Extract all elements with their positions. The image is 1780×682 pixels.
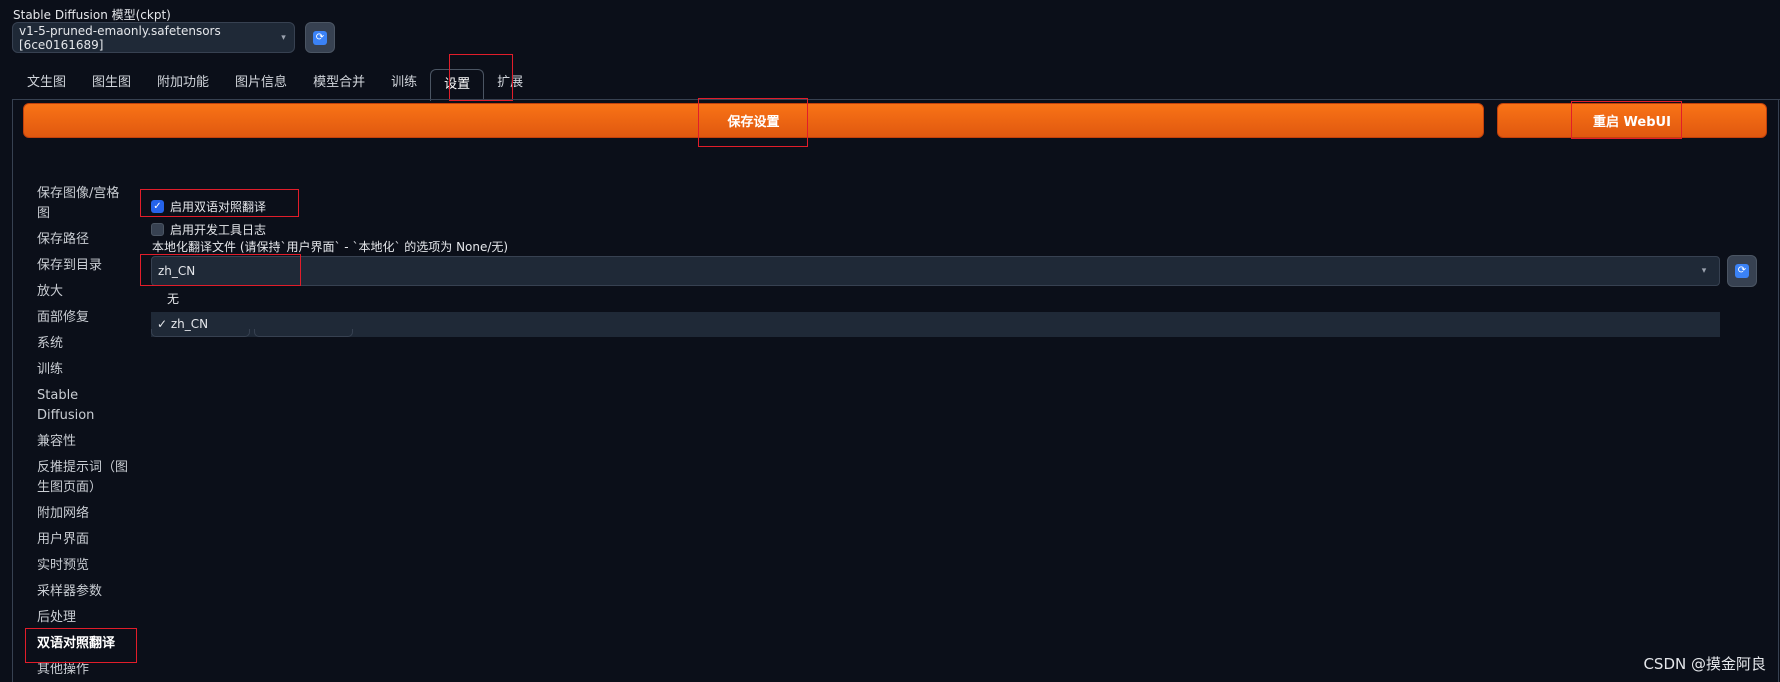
tab-img2img[interactable]: 图生图 <box>79 68 144 100</box>
highlight-tab-settings <box>449 54 513 101</box>
refresh-model-button[interactable]: ⟳ <box>305 22 335 53</box>
sidebar-item-additional-networks[interactable]: 附加网络 <box>37 504 129 524</box>
tab-checkpoint-merger[interactable]: 模型合并 <box>300 68 378 100</box>
sidebar-item-interrogate[interactable]: 反推提示词（图生图页面） <box>37 458 129 498</box>
highlight-sidebar-bilingual <box>25 628 137 663</box>
sidebar-item-live-preview[interactable]: 实时预览 <box>37 556 129 576</box>
panel-border-left <box>12 99 13 682</box>
model-select[interactable]: v1-5-pruned-emaonly.safetensors [6ce0161… <box>12 22 295 53</box>
sidebar-item-user-interface[interactable]: 用户界面 <box>37 530 129 550</box>
sidebar-item-actions[interactable]: 其他操作 <box>37 660 129 680</box>
localization-label: 本地化翻译文件 (请保持`用户界面` - `本地化` 的选项为 None/无) <box>152 240 509 254</box>
tab-extras[interactable]: 附加功能 <box>144 68 222 100</box>
dropdown-option-none[interactable]: 无 <box>151 287 1720 312</box>
sidebar-item-sampler-params[interactable]: 采样器参数 <box>37 582 129 602</box>
sidebar-item-saving-to-dirs[interactable]: 保存到目录 <box>37 256 129 276</box>
chevron-down-icon: ▾ <box>281 32 286 43</box>
localization-select[interactable]: zh_CN ▾ <box>151 256 1720 286</box>
tab-png-info[interactable]: 图片信息 <box>222 68 300 100</box>
sidebar-item-training[interactable]: 训练 <box>37 360 129 380</box>
highlight-enable-bilingual <box>140 189 299 217</box>
watermark: CSDN @摸金阿良 <box>1643 655 1766 673</box>
sidebar-item-face-restoration[interactable]: 面部修复 <box>37 308 129 328</box>
sidebar-item-saving-images[interactable]: 保存图像/宫格图 <box>37 184 129 224</box>
tabs-divider <box>12 99 1780 100</box>
model-label: Stable Diffusion 模型(ckpt) <box>13 8 171 22</box>
hidden-button-edge <box>151 329 250 337</box>
highlight-restart-button <box>1571 101 1682 139</box>
settings-sidebar: 保存图像/宫格图 保存路径 保存到目录 放大 面部修复 系统 训练 Stable… <box>37 184 129 682</box>
hidden-button-edge <box>254 329 353 337</box>
enable-devtools-log-label: 启用开发工具日志 <box>170 223 267 237</box>
panel-border-right <box>1778 99 1779 682</box>
localization-dropdown: 无 ✓ zh_CN <box>151 287 1720 337</box>
highlight-save-button <box>698 98 808 147</box>
sidebar-item-saving-paths[interactable]: 保存路径 <box>37 230 129 250</box>
refresh-icon: ⟳ <box>313 30 327 45</box>
tab-txt2img[interactable]: 文生图 <box>14 68 79 100</box>
model-select-value: v1-5-pruned-emaonly.safetensors [6ce0161… <box>19 23 221 52</box>
sidebar-item-compatibility[interactable]: 兼容性 <box>37 432 129 452</box>
sidebar-item-upscaling[interactable]: 放大 <box>37 282 129 302</box>
refresh-localization-button[interactable]: ⟳ <box>1727 255 1757 287</box>
sidebar-item-postprocessing[interactable]: 后处理 <box>37 608 129 628</box>
tab-train[interactable]: 训练 <box>378 68 430 100</box>
enable-devtools-log-setting[interactable]: 启用开发工具日志 <box>151 221 266 238</box>
dropdown-option-zh-cn[interactable]: ✓ zh_CN <box>151 312 1720 337</box>
chevron-down-icon: ▾ <box>1701 266 1707 276</box>
sidebar-item-system[interactable]: 系统 <box>37 334 129 354</box>
refresh-icon: ⟳ <box>1735 264 1749 278</box>
sidebar-item-stable-diffusion[interactable]: Stable Diffusion <box>37 386 129 426</box>
highlight-localization-select <box>140 254 301 286</box>
checkbox-unchecked-icon[interactable] <box>151 223 164 236</box>
